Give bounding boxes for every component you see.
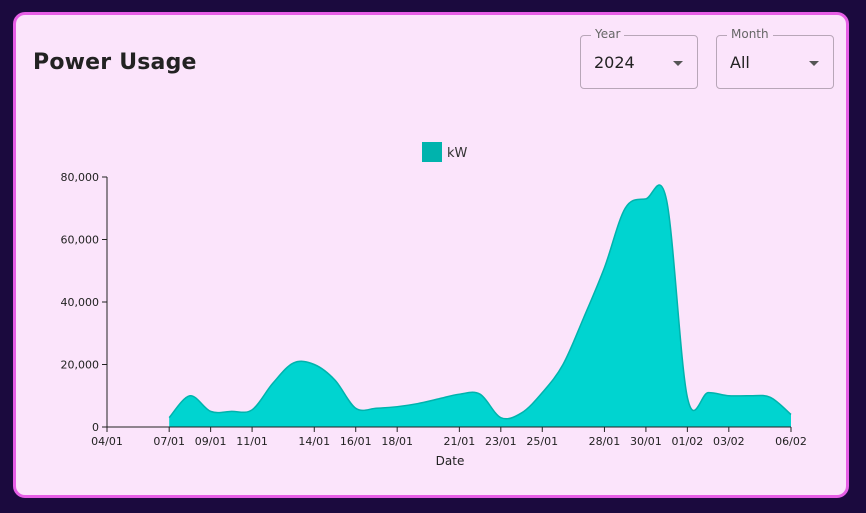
x-tick-label: 23/01 xyxy=(485,435,517,448)
series-area-kw xyxy=(169,185,791,427)
y-tick-label: 20,000 xyxy=(61,359,100,372)
y-tick-label: 0 xyxy=(92,421,99,434)
series-line-kw xyxy=(168,184,792,420)
x-tick-label: 11/01 xyxy=(236,435,268,448)
x-tick-label: 28/01 xyxy=(589,435,621,448)
legend-label: kW xyxy=(447,146,468,161)
x-tick-label: 01/02 xyxy=(672,435,704,448)
legend-swatch xyxy=(422,142,442,162)
x-tick-label: 30/01 xyxy=(630,435,662,448)
x-tick-label: 14/01 xyxy=(298,435,330,448)
y-tick-label: 40,000 xyxy=(61,296,100,309)
y-tick-label: 80,000 xyxy=(61,171,100,184)
area-chart: 0 20,000 40,000 60,000 80,000 04/01 07/01 09/01… xyxy=(61,142,807,468)
x-axis-label: Date xyxy=(436,454,465,468)
y-tick-label: 60,000 xyxy=(61,234,100,247)
x-tick-label: 16/01 xyxy=(340,435,372,448)
x-tick-label: 07/01 xyxy=(153,435,185,448)
x-tick-label: 18/01 xyxy=(381,435,413,448)
x-tick-label: 25/01 xyxy=(526,435,558,448)
x-tick-label: 06/02 xyxy=(775,435,807,448)
x-tick-label: 04/01 xyxy=(91,435,123,448)
x-tick-label: 03/02 xyxy=(713,435,745,448)
x-tick-label: 21/01 xyxy=(444,435,476,448)
x-tick-label: 09/01 xyxy=(195,435,227,448)
